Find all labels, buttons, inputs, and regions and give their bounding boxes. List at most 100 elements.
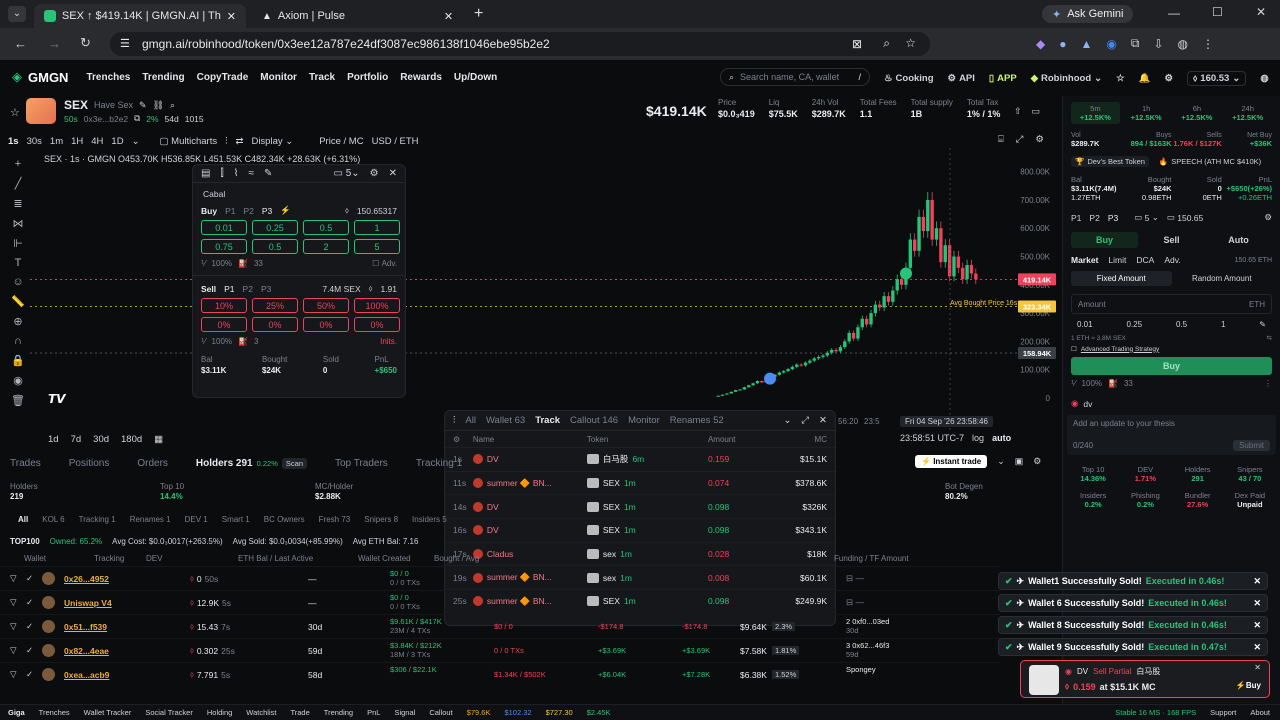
trash-icon[interactable]: 🗑 [11,394,25,407]
tracker-tab[interactable]: Renames 52 [670,415,724,426]
interval-1d[interactable]: 1D [111,136,123,147]
buy-preset-p2[interactable]: P2 [243,206,253,216]
indicator-icon[interactable]: ⫶ [225,136,227,147]
copy-icon[interactable]: ⧉ [134,113,140,124]
sell-preset-p1[interactable]: P1 [224,284,234,294]
status-item[interactable]: Callout [429,708,452,717]
close-icon[interactable]: ✕ [1253,598,1261,609]
interval-30s[interactable]: 30s [27,136,42,147]
sell-preset-p2[interactable]: P2 [243,284,253,294]
settings-icon[interactable]: ⚙ [1035,134,1044,145]
search-icon[interactable]: ⌕ [170,100,175,111]
period-change[interactable]: 5m +12.5K% [1071,102,1120,124]
marker-m[interactable] [764,372,776,385]
nav-copytrade[interactable]: CopyTrade [197,72,249,83]
holder-row[interactable]: ▽ ✓ Uniswap V4 ⬨ 12.9K 5s — $0 / 00 / 0 TXs ⊟ — [0,590,1000,614]
status-item[interactable]: Wallet Tracker [84,708,132,717]
zoom-icon[interactable]: ⌕ [883,36,890,51]
close-icon[interactable]: ✕ [444,10,453,23]
order-dca[interactable]: DCA [1136,255,1154,265]
extension-icon[interactable]: ● [1059,37,1066,51]
holder-filter[interactable]: Tracking 1 [79,515,116,524]
expand-icon[interactable]: ▽ [10,573,17,584]
compare-icon[interactable]: ⇄ [235,136,243,147]
scan-button[interactable]: Scan [281,457,307,469]
settings-icon[interactable]: ⚙ [1033,456,1041,467]
bell-icon[interactable]: 🔔 [1139,73,1151,84]
tracker-row[interactable]: 16s DV SEX 1m 0.098 $343.1K [445,518,835,542]
wallet-count-select[interactable]: ▭ 5 ⌄ [1134,212,1159,223]
site-info-icon[interactable]: ☰ [120,37,130,50]
search-input[interactable]: ⌕ Search name, CA, wallet / [720,68,870,86]
pattern-icon[interactable]: ⋈ [13,217,24,230]
buy-amount-button[interactable]: 5 [354,239,400,254]
tracker-tab[interactable]: All [465,415,476,426]
trade-notification[interactable]: ◉ DV Sell Partial 白马股 ⬨ 0.159 at $15.1K … [1020,660,1270,698]
extensions-puzzle-icon[interactable]: ⧉ [1131,36,1140,51]
emoji-icon[interactable]: ☺ [12,276,23,288]
bottom-tab[interactable]: Holders 291 [196,458,253,469]
edit-icon[interactable]: ✎ [1259,320,1266,329]
fixed-amount-tab[interactable]: Fixed Amount [1071,271,1172,286]
crosshair-icon[interactable]: + [15,158,21,170]
cast-icon[interactable]: ⊠ [852,37,862,51]
app-button[interactable]: ▯ APP [989,73,1017,84]
watchlist-star-icon[interactable]: ☆ [1116,73,1125,84]
price-chart[interactable]: SEX · 1s · GMGN O453.70K H536.85K L451.5… [30,148,1060,430]
tab-search-icon[interactable]: ⌄ [8,6,26,22]
amount-input[interactable]: Amount ETH [1071,294,1272,314]
sell-preset-p3[interactable]: P3 [261,284,271,294]
nav-trending[interactable]: Trending [142,72,184,83]
reload-icon[interactable]: ↻ [80,35,91,51]
period-change[interactable]: 1h +12.5K% [1122,102,1171,124]
quick-amount-05[interactable]: 0.5 [1176,320,1187,329]
nav-rewards[interactable]: Rewards [400,72,442,83]
share-icon[interactable]: ⇧ [1014,106,1022,117]
gear-icon[interactable]: ⚙ [1264,212,1272,223]
thesis-submit-button[interactable]: Submit [1233,440,1270,451]
strategy-checkbox[interactable]: ☐ [1071,345,1077,353]
chevron-down-icon[interactable]: ⌄ [132,136,140,147]
close-icon[interactable]: ✕ [1254,663,1261,672]
chain-select[interactable]: ◆ Robinhood ⌄ [1031,73,1102,84]
eye-icon[interactable]: ◉ [13,374,23,387]
display-button[interactable]: Display ⌄ [251,136,293,147]
filter-icon[interactable]: ⫶ [453,415,455,426]
buy-amount-button[interactable]: 2 [303,239,349,254]
period-change[interactable]: 6h +12.5K% [1173,102,1222,124]
notification-buy-button[interactable]: ⚡ Buy [1236,681,1261,690]
status-item[interactable]: Giga [8,708,25,717]
buy-amount-button[interactable]: 0.75 [201,239,247,254]
buy-amount-button[interactable]: 0.01 [201,220,247,235]
instant-trade-button[interactable]: ⚡ Instant trade [915,455,988,468]
more-icon[interactable]: ⋮ [1264,379,1272,388]
sell-tab[interactable]: Sell [1138,235,1205,245]
edit-icon[interactable]: ✎ [264,168,272,179]
sell-pct-button[interactable]: 25% [252,298,298,313]
bottom-tab[interactable]: Trades [10,458,41,469]
preset-p2[interactable]: P2 [1089,213,1099,223]
panel-icon[interactable]: ▣ [1015,456,1024,467]
window-close-icon[interactable]: ✕ [1256,5,1266,19]
buy-amount-button[interactable]: 1 [354,220,400,235]
preset-p1[interactable]: P1 [1071,213,1081,223]
tracker-tab[interactable]: Wallet 63 [486,415,525,426]
layout-icon[interactable]: ▭ [1032,106,1041,117]
expand-icon[interactable]: ▽ [10,597,17,608]
buy-amount-button[interactable]: 0.25 [252,220,298,235]
range-7d[interactable]: 7d [71,434,82,445]
bottom-tab[interactable]: Positions [69,458,110,469]
order-adv[interactable]: Adv. [1164,255,1180,265]
status-item[interactable]: Watchlist [246,708,276,717]
wave-icon[interactable]: ≈ [249,168,255,179]
expand-icon[interactable]: ▽ [10,645,17,656]
usd-eth-toggle[interactable]: USD / ETH [372,136,419,147]
tracker-tab[interactable]: Callout 146 [570,415,618,426]
magnet-icon[interactable]: ∩ [14,335,22,347]
status-item[interactable]: Signal [394,708,415,717]
success-toast[interactable]: ✔ ✈ Wallet 6 Successfully Sold! Executed in… [998,594,1268,612]
logo-text[interactable]: GMGN [28,70,68,85]
holder-filter[interactable]: DEV 1 [185,515,208,524]
nav-updown[interactable]: Up/Down [454,72,497,83]
preset-p3[interactable]: P3 [1108,213,1118,223]
